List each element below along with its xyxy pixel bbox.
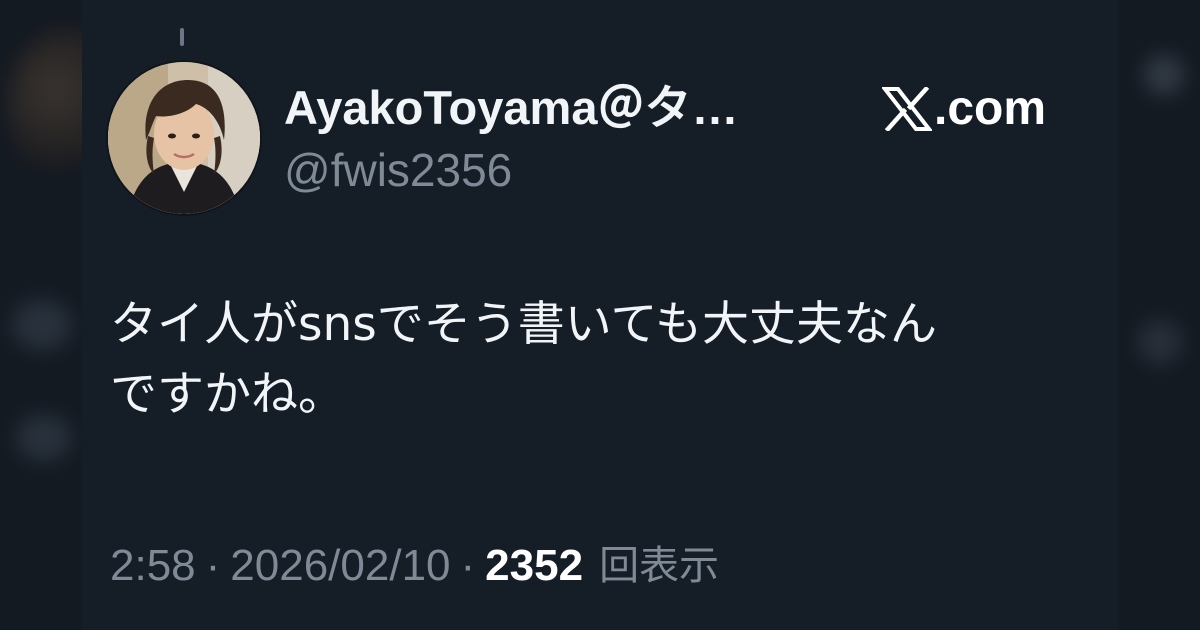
backdrop-blur-blob — [1144, 55, 1184, 95]
backdrop-blur-blob — [12, 300, 72, 350]
brand-domain-text: .com — [934, 82, 1047, 135]
views-count: 2352 — [485, 541, 584, 590]
tweet-card: AyakoToyama＠タ… @fwis2356 .com タイ人がsnsでそう… — [82, 0, 1118, 630]
tweet-text: タイ人がsnsでそう書いても大丈夫なん ですかね。 — [110, 297, 938, 422]
tweet-time[interactable]: 2:58 — [110, 534, 196, 598]
x-logo-icon — [882, 87, 932, 131]
reply-thread-line — [180, 28, 184, 46]
backdrop-blur-blob — [16, 415, 72, 461]
x-com-brand: .com — [882, 78, 1046, 140]
backdrop-blur-blob — [1138, 320, 1182, 364]
tweet-date[interactable]: 2026/02/10 — [230, 534, 450, 598]
meta-separator: · — [205, 541, 221, 590]
views-label: 回表示 — [599, 543, 720, 589]
meta-separator: · — [460, 541, 476, 590]
profile-photo-icon — [108, 62, 260, 214]
display-name[interactable]: AyakoToyama＠タ… — [284, 78, 804, 138]
avatar[interactable] — [108, 62, 260, 214]
tweet-meta: 2:58 · 2026/02/10 · 2352 回表示 — [110, 534, 719, 598]
user-handle[interactable]: @fwis2356 — [284, 140, 512, 200]
screenshot-stage: AyakoToyama＠タ… @fwis2356 .com タイ人がsnsでそう… — [0, 0, 1200, 630]
